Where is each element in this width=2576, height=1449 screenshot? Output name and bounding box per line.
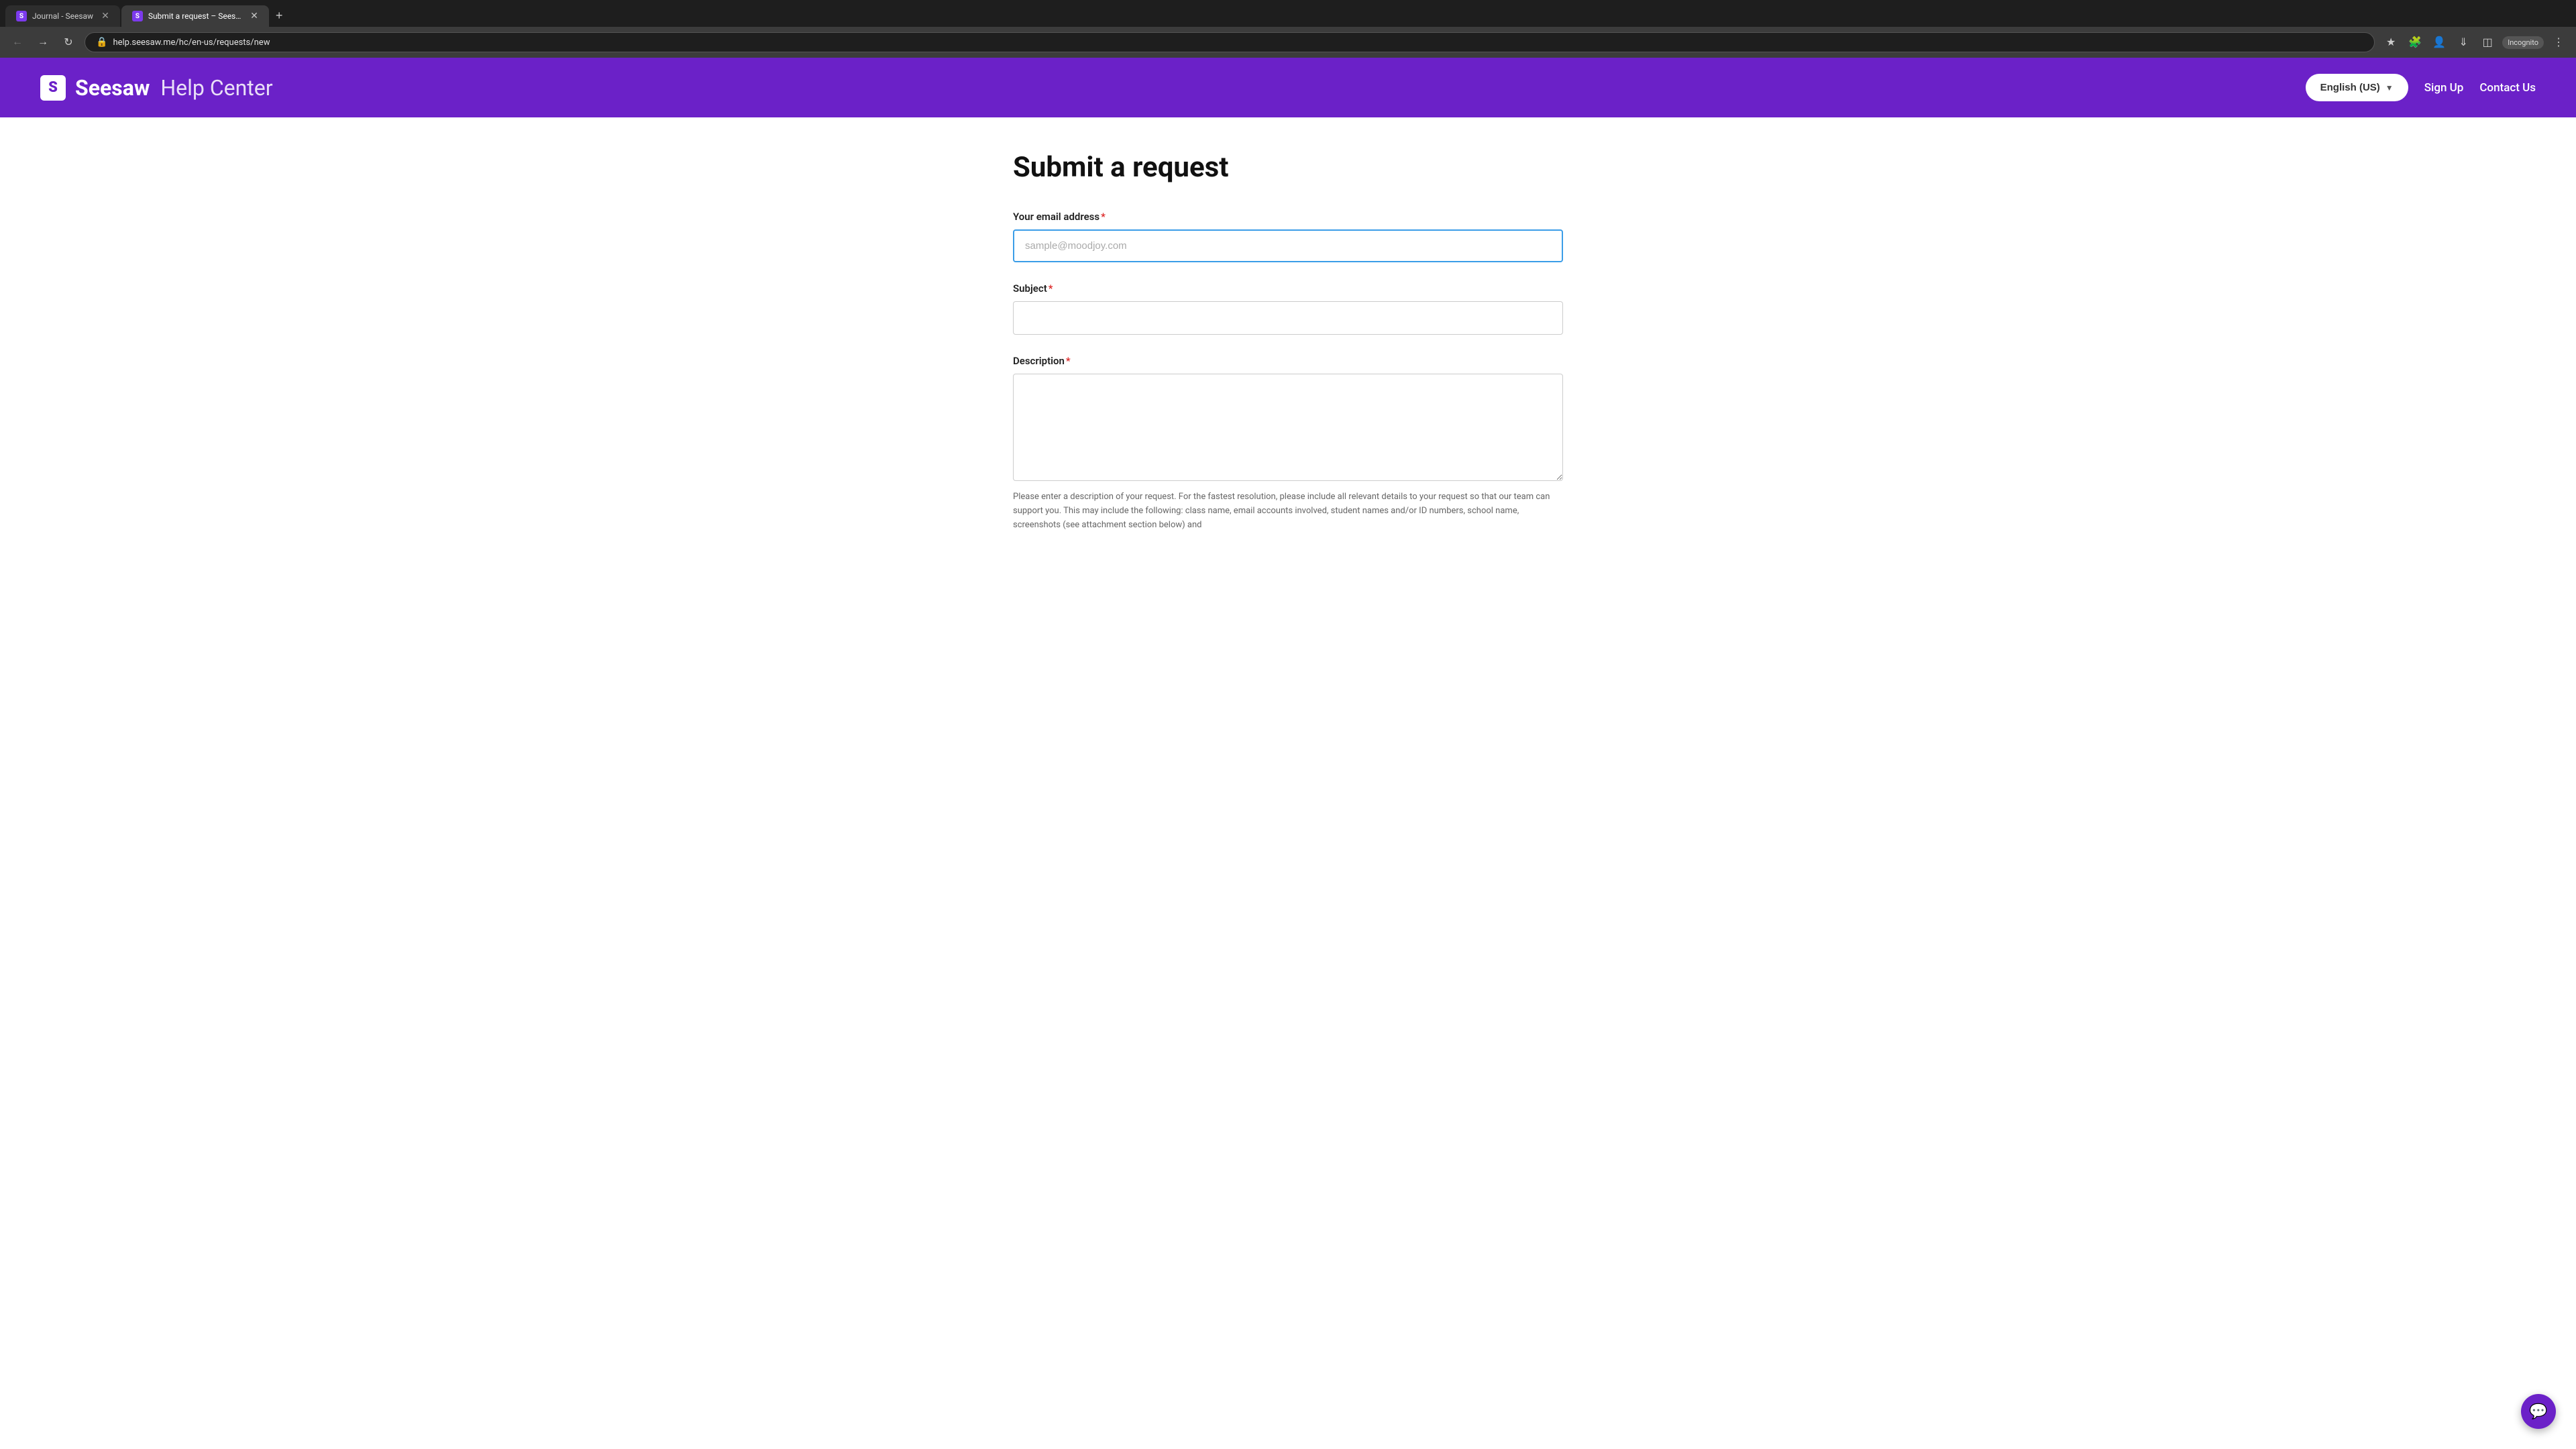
browser-tabs: S Journal - Seesaw ✕ S Submit a request …	[0, 0, 2576, 27]
email-input[interactable]	[1013, 229, 1563, 262]
tab-close-journal[interactable]: ✕	[101, 11, 109, 21]
subject-input[interactable]	[1013, 301, 1563, 335]
description-required-star: *	[1066, 355, 1071, 367]
new-tab-button[interactable]: +	[270, 6, 288, 25]
logo-seesaw-text: Seesaw	[75, 75, 150, 101]
main-content: Submit a request Your email address* Sub…	[986, 117, 1590, 619]
extensions-button[interactable]: 🧩	[2406, 33, 2424, 52]
split-view-button[interactable]: ◫	[2478, 33, 2497, 52]
bookmark-button[interactable]: ★	[2381, 33, 2400, 52]
sign-up-link[interactable]: Sign Up	[2424, 81, 2464, 95]
forward-button[interactable]: →	[34, 33, 52, 52]
tab-favicon-journal: S	[16, 11, 27, 21]
logo-container: S Seesaw Help Center	[40, 75, 273, 101]
email-required-star: *	[1101, 211, 1106, 223]
browser-toolbar: ← → ↻ 🔒 help.seesaw.me/hc/en-us/requests…	[0, 27, 2576, 58]
browser-chrome: S Journal - Seesaw ✕ S Submit a request …	[0, 0, 2576, 58]
tab-favicon-submit: S	[132, 11, 143, 21]
tab-title-submit: Submit a request – Seesaw Hel...	[148, 11, 242, 21]
menu-button[interactable]: ⋮	[2549, 33, 2568, 52]
chat-widget[interactable]: 💬	[2521, 1394, 2556, 1429]
language-label: English (US)	[2320, 82, 2380, 93]
page-title: Submit a request	[1013, 151, 1563, 184]
subject-form-group: Subject*	[1013, 282, 1563, 335]
logo-help-text: Help Center	[160, 75, 272, 101]
website: S Seesaw Help Center English (US) ▼ Sign…	[0, 58, 2576, 619]
subject-label: Subject*	[1013, 282, 1563, 294]
contact-us-link[interactable]: Contact Us	[2479, 81, 2536, 95]
tab-journal[interactable]: S Journal - Seesaw ✕	[5, 5, 120, 27]
site-header: S Seesaw Help Center English (US) ▼ Sign…	[0, 58, 2576, 117]
chat-icon: 💬	[2529, 1403, 2547, 1420]
subject-required-star: *	[1049, 282, 1053, 294]
address-bar[interactable]: 🔒 help.seesaw.me/hc/en-us/requests/new	[85, 32, 2375, 52]
language-selector[interactable]: English (US) ▼	[2306, 74, 2408, 101]
email-label: Your email address*	[1013, 211, 1563, 223]
tab-close-submit[interactable]: ✕	[250, 11, 258, 21]
site-logo: S Seesaw Help Center	[40, 75, 273, 101]
browser-actions: ★ 🧩 👤 ⇓ ◫ Incognito ⋮	[2381, 33, 2568, 52]
tab-submit-request[interactable]: S Submit a request – Seesaw Hel... ✕	[121, 5, 269, 27]
tab-title-journal: Journal - Seesaw	[32, 11, 93, 21]
logo-s-letter: S	[48, 79, 58, 96]
incognito-badge: Incognito	[2502, 36, 2544, 49]
email-form-group: Your email address*	[1013, 211, 1563, 262]
address-url: help.seesaw.me/hc/en-us/requests/new	[113, 38, 2363, 48]
download-button[interactable]: ⇓	[2454, 33, 2473, 52]
header-nav: English (US) ▼ Sign Up Contact Us	[2306, 74, 2536, 101]
description-form-group: Description* Please enter a description …	[1013, 355, 1563, 532]
profile-button[interactable]: 👤	[2430, 33, 2449, 52]
chevron-down-icon: ▼	[2385, 83, 2394, 93]
description-hint: Please enter a description of your reque…	[1013, 490, 1563, 532]
back-button[interactable]: ←	[8, 33, 27, 52]
refresh-button[interactable]: ↻	[59, 33, 78, 52]
description-textarea[interactable]	[1013, 374, 1563, 481]
logo-s-icon: S	[40, 75, 66, 101]
description-label: Description*	[1013, 355, 1563, 367]
